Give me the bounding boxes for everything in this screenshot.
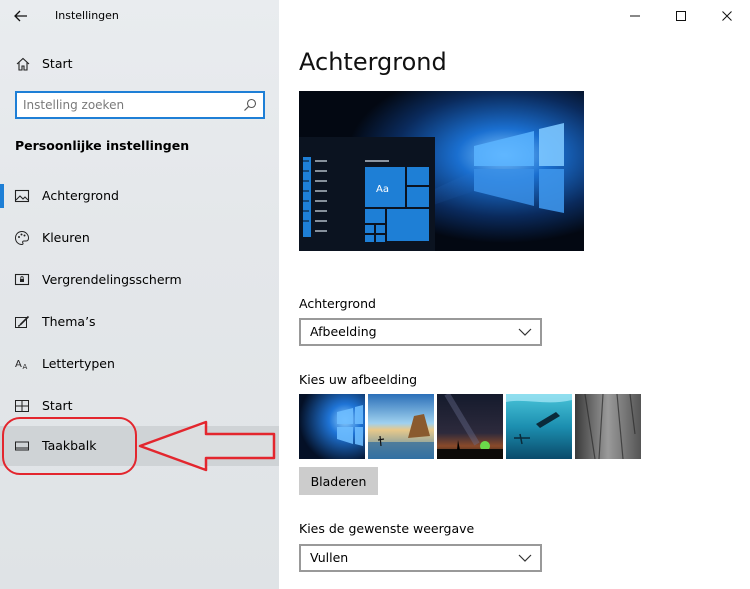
page-title: Achtergrond	[299, 48, 447, 76]
sidebar-item-label: Lettertypen	[42, 356, 115, 371]
svg-text:A: A	[23, 363, 28, 371]
thumbnail-beach[interactable]	[368, 394, 434, 459]
titlebar-left: Instellingen	[0, 0, 279, 32]
search-box[interactable]	[15, 91, 265, 119]
maximize-button[interactable]	[658, 0, 704, 32]
sidebar-item-lettertypen[interactable]: A A Lettertypen	[0, 346, 279, 382]
sidebar-item-kleuren[interactable]: Kleuren	[0, 220, 279, 256]
maximize-icon	[676, 11, 686, 21]
annotation-circle	[2, 417, 137, 475]
main-panel: Achtergrond Aa Achtergrond Afbeelding Ki…	[279, 0, 750, 589]
picture-icon	[14, 189, 30, 203]
choose-picture-label: Kies uw afbeelding	[299, 372, 418, 387]
close-icon	[722, 11, 732, 21]
annotation-arrow-icon	[138, 420, 276, 472]
svg-text:A: A	[15, 359, 22, 370]
sidebar-item-label: Start	[42, 398, 73, 413]
background-preview: Aa	[299, 91, 584, 251]
background-dropdown-value: Afbeelding	[310, 324, 377, 339]
sidebar-item-label: Kleuren	[42, 230, 90, 245]
fit-dropdown[interactable]: Vullen	[299, 544, 542, 572]
app-title: Instellingen	[55, 9, 119, 22]
font-icon: A A	[15, 359, 28, 371]
background-label: Achtergrond	[299, 296, 376, 311]
sidebar: Instellingen Start Persoonlijke instelli…	[0, 0, 279, 589]
thumbnail-night-sky[interactable]	[437, 394, 503, 459]
thumbnail-underwater[interactable]	[506, 394, 572, 459]
home-icon	[16, 57, 30, 71]
search-icon[interactable]	[243, 98, 257, 112]
search-input[interactable]	[23, 96, 233, 114]
home-link[interactable]: Start	[0, 50, 279, 78]
fit-dropdown-value: Vullen	[310, 550, 349, 565]
palette-icon	[14, 230, 30, 246]
window-controls	[612, 0, 750, 32]
start-tiles-icon	[15, 400, 29, 412]
chevron-down-icon	[518, 554, 532, 562]
thumbnail-windows[interactable]	[299, 394, 365, 459]
sidebar-item-label: Thema’s	[42, 314, 96, 329]
selected-indicator	[0, 184, 4, 208]
sidebar-item-vergrendelingsscherm[interactable]: Vergrendelingsscherm	[0, 262, 279, 298]
fit-label: Kies de gewenste weergave	[299, 521, 475, 536]
back-button[interactable]	[10, 6, 32, 26]
chevron-down-icon	[518, 328, 532, 336]
sidebar-item-achtergrond[interactable]: Achtergrond	[0, 178, 279, 214]
back-arrow-icon	[14, 10, 27, 22]
brush-icon	[15, 315, 30, 328]
minimize-button[interactable]	[612, 0, 658, 32]
sidebar-item-label: Achtergrond	[42, 188, 119, 203]
minimize-icon	[630, 15, 640, 17]
lock-screen-icon	[14, 273, 30, 286]
background-dropdown[interactable]: Afbeelding	[299, 318, 542, 346]
sidebar-item-label: Vergrendelingsscherm	[42, 272, 182, 287]
sidebar-item-themas[interactable]: Thema’s	[0, 304, 279, 340]
browse-button[interactable]: Bladeren	[299, 467, 378, 495]
preview-tile-text: Aa	[376, 184, 389, 195]
home-label: Start	[42, 56, 73, 71]
close-button[interactable]	[704, 0, 750, 32]
preview-image: Aa	[299, 91, 584, 251]
picture-thumbnails	[299, 394, 641, 459]
thumbnail-rock-cliff[interactable]	[575, 394, 641, 459]
section-title: Persoonlijke instellingen	[15, 138, 190, 153]
